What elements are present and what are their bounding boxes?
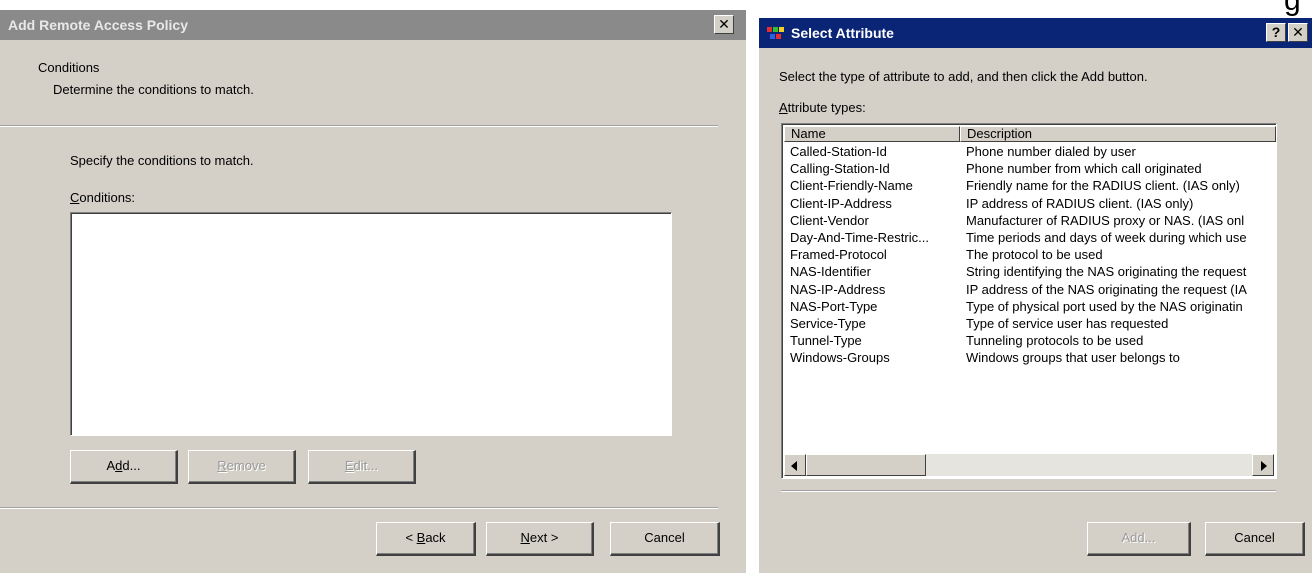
add-attribute-button[interactable]: Add... [1087,522,1191,556]
back-button-label: ack [425,530,446,545]
conditions-list[interactable] [70,212,672,436]
attribute-name: Client-Vendor [790,212,869,228]
attribute-row[interactable]: Calling-Station-Id Phone number from whic… [784,160,1274,177]
attribute-description: Windows groups that user belongs to [966,350,1180,366]
cancel-button[interactable]: Cancel [1205,522,1305,556]
edit-button-label: dit... [353,458,379,473]
attribute-description: Phone number dialed by user [966,144,1136,159]
attribute-name: Client-IP-Address [790,195,892,211]
attribute-name: Day-And-Time-Restric... [790,230,929,245]
attribute-row[interactable]: Windows-Groups Windows groups that user b… [784,349,1274,366]
close-icon: ✕ [718,16,730,32]
footer-divider-highlight [0,508,718,509]
attribute-name: Tunnel-Type [790,333,862,349]
edit-button[interactable]: Edit... [308,450,416,484]
add-button-label-rest: d... [122,458,141,473]
corner-text-fragment: g [1284,0,1301,17]
next-button-accel: N [520,530,530,545]
attribute-row[interactable]: Client-Vendor Manufacturer of RADIUS prox… [784,212,1274,229]
instruction-text: Specify the conditions to match. [70,153,254,168]
scroll-thumb[interactable] [806,454,926,476]
attribute-types-list[interactable]: Name Description Called-Station-Id Phone … [781,123,1277,479]
attribute-row[interactable]: Service-Type Type of service user has req… [784,315,1274,332]
back-button[interactable]: < Back [376,522,476,556]
attribute-name: NAS-Identifier [790,264,871,280]
attribute-description: Type of physical port used by the NAS or… [966,298,1243,314]
attribute-row[interactable]: Tunnel-Type Tunneling protocols to be use… [784,332,1274,349]
title-bar: Select Attribute [759,18,1312,48]
title-bar: Add Remote Access Policy [0,10,746,40]
header-divider-highlight [0,126,718,127]
remove-button-label: emove [226,458,266,473]
conditions-label-text: onditions: [79,190,136,205]
column-header-description[interactable]: Description [960,126,1276,142]
attribute-description: String identifying the NAS originating t… [966,264,1247,280]
attribute-row[interactable]: Framed-Protocol The protocol to be used [784,246,1274,263]
attribute-description: Friendly name for the RADIUS client. (IA… [966,178,1240,194]
conditions-label: Conditions: [70,190,135,205]
attribute-name: Called-Station-Id [790,144,887,159]
attribute-name: NAS-Port-Type [790,298,878,314]
add-remote-access-policy-dialog: Add Remote Access Policy ✕ Conditions De… [0,10,746,573]
attribute-description: Time periods and days of week during whi… [966,230,1247,245]
help-button[interactable]: ? [1266,23,1286,42]
dialog-title: Select Attribute [791,25,894,41]
close-icon: ✕ [1292,24,1304,40]
attribute-name: Calling-Station-Id [790,161,890,177]
next-button[interactable]: Next > [486,522,594,556]
attribute-row[interactable]: Called-Station-Id Phone number dialed by … [784,143,1274,160]
back-button-arrow: < [405,530,417,545]
attribute-description: Phone number from which call originated [966,161,1202,177]
attribute-name: Windows-Groups [790,350,890,366]
attribute-row[interactable]: NAS-Identifier String identifying the NAS… [784,263,1274,280]
section-subtitle: Determine the conditions to match. [53,82,254,97]
attribute-row[interactable]: Client-IP-Address IP address of RADIUS cl… [784,195,1274,212]
attribute-types-label-text: ttribute types: [787,100,866,115]
scroll-left-button[interactable] [784,454,806,476]
section-title: Conditions [38,60,100,75]
close-button[interactable]: ✕ [714,15,734,34]
select-attribute-dialog: Select Attribute ? ✕ Select the type of … [758,18,1312,573]
cancel-button[interactable]: Cancel [610,522,720,556]
scroll-left-icon [791,461,797,471]
horizontal-scrollbar[interactable] [784,454,1274,476]
close-button[interactable]: ✕ [1288,23,1308,42]
instruction-text: Select the type of attribute to add, and… [779,69,1148,84]
conditions-label-accel: C [70,190,80,205]
help-icon: ? [1271,24,1281,40]
column-header-name[interactable]: Name [784,126,960,142]
add-button-label-a: A [106,458,116,473]
app-icon [767,27,785,41]
attribute-types-accel: A [779,100,788,115]
add-button[interactable]: Add... [70,450,178,484]
attribute-row[interactable]: NAS-Port-Type Type of physical port used … [784,298,1274,315]
attribute-description: IP address of RADIUS client. (IAS only) [966,195,1194,211]
cancel-button-label: Cancel [644,530,685,545]
attribute-description: The protocol to be used [966,247,1103,263]
attribute-row[interactable]: NAS-IP-Address IP address of the NAS orig… [784,281,1274,298]
attribute-description: Type of service user has requested [966,316,1169,331]
attribute-name: Service-Type [790,316,866,331]
footer-divider-highlight [781,491,1276,492]
next-button-label: ext > [529,530,559,545]
attribute-name: NAS-IP-Address [790,281,886,297]
scroll-right-button[interactable] [1252,454,1274,476]
attribute-row[interactable]: Client-Friendly-Name Friendly name for th… [784,177,1274,194]
remove-button-accel: R [217,458,227,473]
attribute-types-label: Attribute types: [779,100,866,115]
attribute-name: Client-Friendly-Name [790,178,913,194]
attribute-name: Framed-Protocol [790,247,887,263]
dialog-title: Add Remote Access Policy [8,17,188,33]
attribute-description: IP address of the NAS originating the re… [966,281,1247,297]
attribute-description: Manufacturer of RADIUS proxy or NAS. (IA… [966,212,1245,228]
attribute-row[interactable]: Day-And-Time-Restric... Time periods and … [784,229,1274,246]
attribute-description: Tunneling protocols to be used [966,333,1144,349]
edit-button-accel: E [344,458,354,473]
remove-button[interactable]: Remove [188,450,296,484]
scroll-right-icon [1261,461,1267,471]
